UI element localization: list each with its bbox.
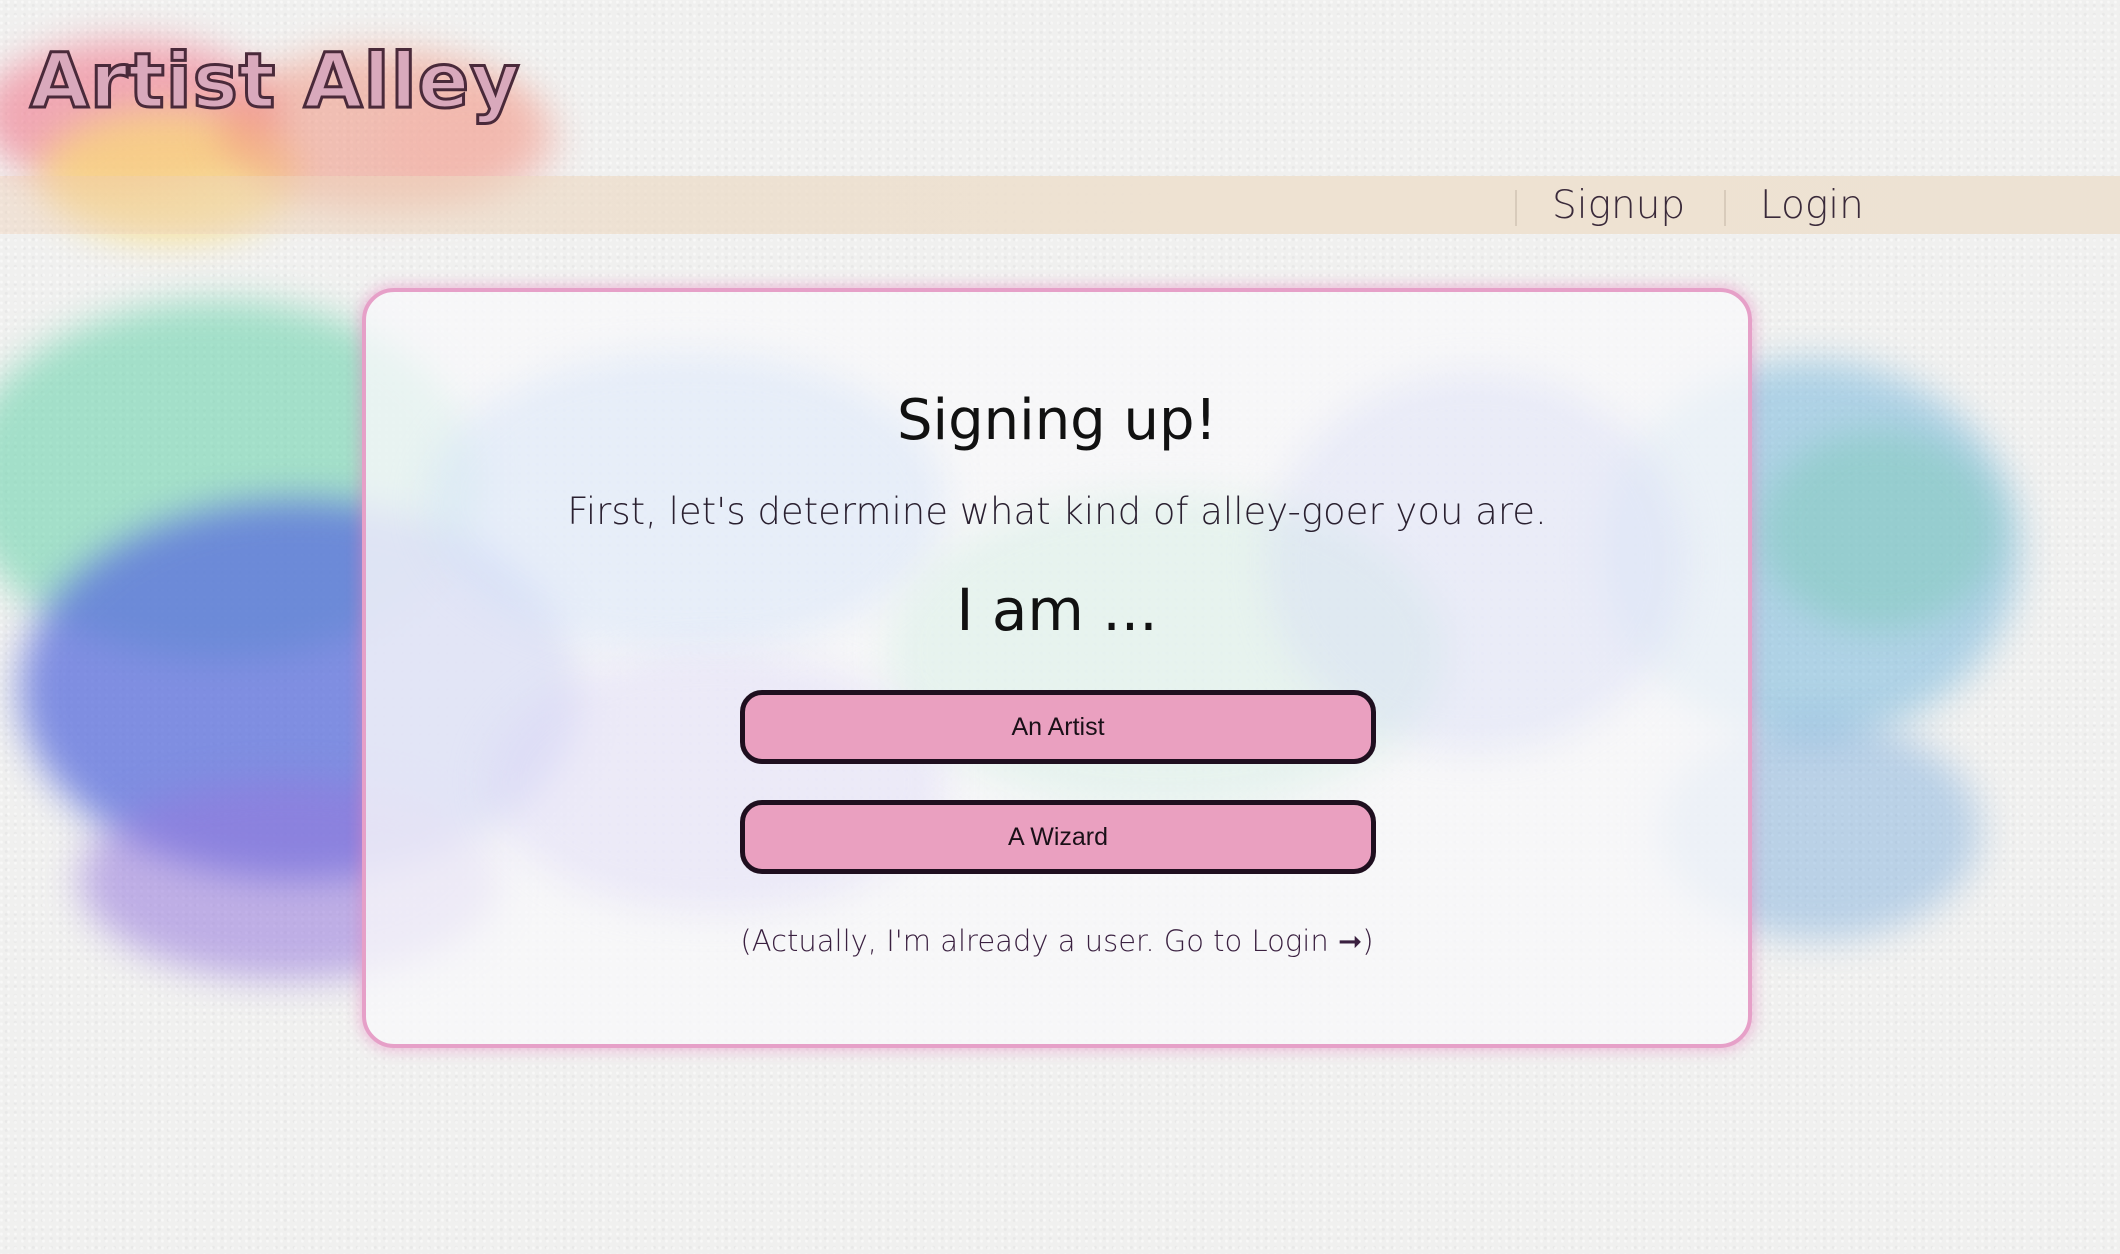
page-title: Signing up! — [896, 388, 1218, 453]
nav-divider — [1515, 190, 1517, 226]
go-to-login-link[interactable]: (Actually, I'm already a user. Go to Log… — [366, 924, 1748, 958]
nav-divider — [1724, 190, 1726, 226]
nav-login-link[interactable]: Login — [1760, 176, 1864, 234]
artist-button[interactable]: An Artist — [740, 690, 1376, 764]
site-logo[interactable]: Artist Alley — [29, 35, 522, 127]
signup-card: Signing up! First, let's determine what … — [362, 288, 1752, 1048]
wizard-button[interactable]: A Wizard — [740, 800, 1376, 874]
role-prompt: I am ... — [956, 576, 1158, 644]
intro-text: First, let's determine what kind of alle… — [567, 490, 1547, 533]
nav-signup-link[interactable]: Signup — [1552, 176, 1685, 234]
